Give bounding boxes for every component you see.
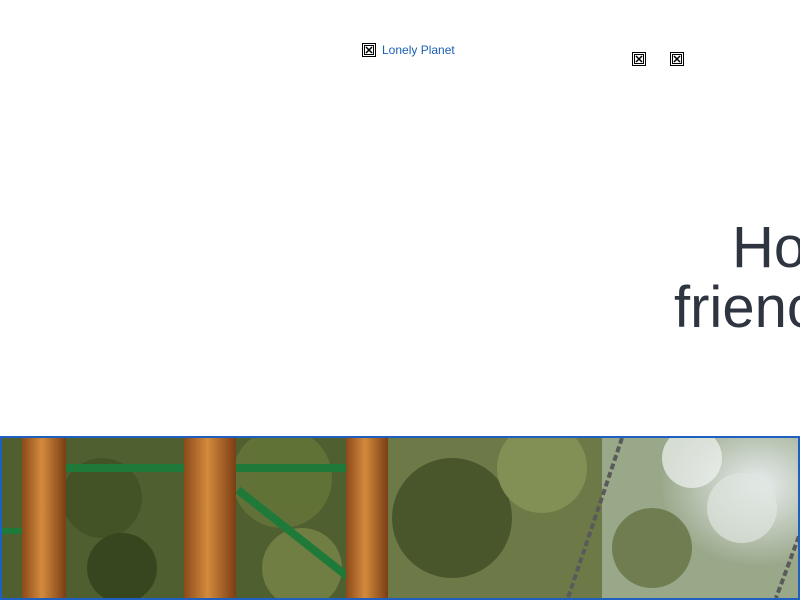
headline-line-2: frienc xyxy=(674,275,800,338)
playground-photo xyxy=(2,438,798,598)
lonely-planet-logo-link[interactable]: Lonely Planet xyxy=(362,42,455,58)
broken-image-icon[interactable] xyxy=(670,52,684,66)
logo-alt-text[interactable]: Lonely Planet xyxy=(382,43,455,57)
broken-image-icon xyxy=(362,43,376,57)
hero-image xyxy=(0,436,800,600)
headline-line-1: Ho xyxy=(732,218,800,280)
article-headline: Ho frienc xyxy=(660,218,800,338)
broken-image-icon[interactable] xyxy=(632,52,646,66)
